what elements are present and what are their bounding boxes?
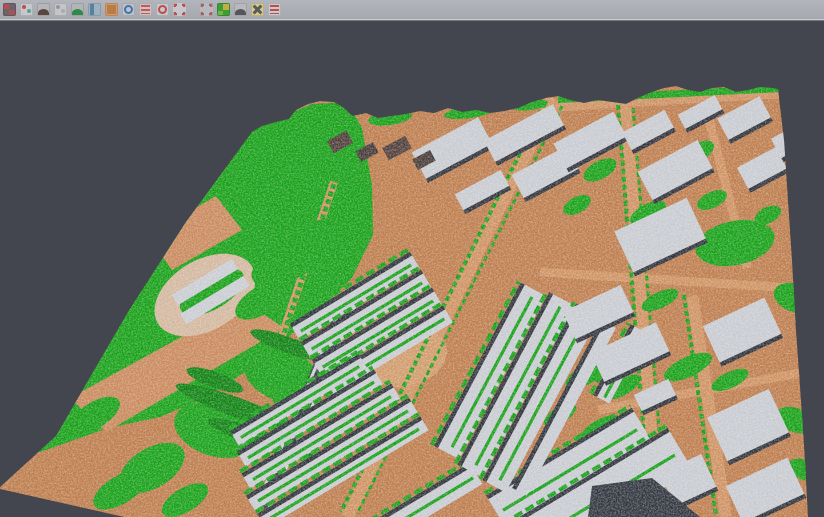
sparse-cloud-icon: [54, 3, 67, 16]
zoom-extent-icon: [173, 3, 186, 16]
viewport-3d[interactable]: [0, 22, 824, 517]
dtm-vegetation-button[interactable]: [69, 1, 86, 19]
toolbar: [0, 0, 824, 20]
selection-circle-icon: [156, 3, 169, 16]
clear-selection-button[interactable]: [249, 1, 266, 19]
point-cloud-scene: [0, 22, 824, 517]
orthophoto-icon: [105, 3, 118, 16]
orthophoto-button[interactable]: [103, 1, 120, 19]
toolbar-separator: [188, 1, 198, 19]
point-cloud-icon: [3, 3, 16, 16]
web-globe-icon: [122, 3, 135, 16]
noise-layer: [0, 22, 824, 517]
snapshot-button[interactable]: [198, 1, 215, 19]
shaded-model-button[interactable]: [232, 1, 249, 19]
selection-circle-button[interactable]: [154, 1, 171, 19]
attribute-table-icon: [139, 3, 152, 16]
attribute-table-button[interactable]: [137, 1, 154, 19]
zoom-extent-button[interactable]: [171, 1, 188, 19]
cloud-layers: [0, 22, 824, 517]
application-window: { "toolbar": { "icons": [ {"name":"point…: [0, 0, 824, 517]
shaded-model-icon: [234, 3, 247, 16]
sparse-cloud-button[interactable]: [52, 1, 69, 19]
point-cloud-button[interactable]: [1, 1, 18, 19]
web-globe-button[interactable]: [120, 1, 137, 19]
dem-terrain-button[interactable]: [35, 1, 52, 19]
snapshot-icon: [200, 3, 213, 16]
classification-colors-button[interactable]: [215, 1, 232, 19]
cross-section-icon: [88, 3, 101, 16]
dem-terrain-icon: [37, 3, 50, 16]
classify-points-icon: [20, 3, 33, 16]
cross-section-button[interactable]: [86, 1, 103, 19]
dtm-vegetation-icon: [71, 3, 84, 16]
measure-flag-button[interactable]: [266, 1, 283, 19]
classification-colors-icon: [217, 3, 230, 16]
clear-selection-icon: [251, 3, 264, 16]
measure-flag-icon: [268, 3, 281, 16]
classify-points-button[interactable]: [18, 1, 35, 19]
